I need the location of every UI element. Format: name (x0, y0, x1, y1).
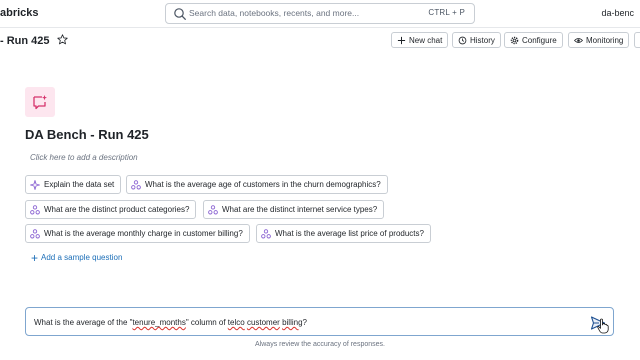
dataset-icon (30, 204, 40, 214)
brand-logo[interactable]: abricks (0, 7, 39, 19)
chat-input-text: ? (302, 318, 307, 327)
hand-cursor-icon (597, 318, 609, 334)
dataset-icon (131, 179, 141, 189)
monitoring-button[interactable]: Monitoring (568, 32, 630, 48)
sample-question-text: Explain the data set (44, 180, 115, 189)
sample-question-chip[interactable]: What is the average age of customers in … (126, 175, 388, 194)
sample-question-text: What are the distinct product categories… (44, 205, 190, 214)
history-button[interactable]: History (452, 32, 501, 48)
genie-space-icon (25, 87, 55, 117)
chat-input-text: tenure_months (132, 318, 186, 327)
global-search[interactable]: Search data, notebooks, recents, and mor… (165, 3, 475, 24)
top-bar: abricks Search data, notebooks, recents,… (0, 0, 640, 28)
chat-input-text: " column of (185, 318, 228, 327)
gear-icon (510, 36, 519, 44)
sample-question-chip[interactable]: Explain the data set (25, 175, 122, 194)
sample-question-text: What are the distinct internet service t… (222, 205, 378, 214)
history-label: History (470, 35, 495, 45)
plus-icon (397, 36, 406, 44)
page-title: - Run 425 (0, 35, 50, 47)
chat-input[interactable]: What is the average of the "tenure_month… (25, 307, 614, 336)
add-sample-question-label: Add a sample question (41, 253, 123, 262)
search-placeholder: Search data, notebooks, recents, and mor… (189, 8, 360, 18)
new-chat-button[interactable]: New chat (391, 32, 449, 48)
sample-question-chip[interactable]: What are the distinct product categories… (25, 200, 197, 219)
sample-question-text: What is the average list price of produc… (275, 229, 424, 238)
configure-button[interactable]: Configure (504, 32, 563, 48)
overflow-button[interactable] (634, 32, 640, 48)
monitoring-label: Monitoring (586, 35, 624, 45)
history-icon (458, 36, 467, 44)
chat-input-text: billing (282, 318, 303, 327)
sample-question-chip[interactable]: What is the average list price of produc… (256, 224, 431, 243)
star-icon[interactable] (57, 34, 68, 45)
space-title: DA Bench - Run 425 (25, 127, 149, 142)
configure-label: Configure (522, 35, 557, 45)
dataset-icon (261, 228, 271, 238)
workspace-name[interactable]: da-benc (601, 8, 634, 18)
chat-input-text: telco (227, 318, 245, 327)
sample-question-text: What is the average age of customers in … (145, 180, 381, 189)
chat-input-text: What is the average of the " (34, 318, 133, 327)
eye-icon (574, 37, 583, 43)
sample-question-chip[interactable]: What is the average monthly charge in cu… (25, 224, 250, 243)
plus-icon: + (31, 250, 39, 265)
dataset-icon (30, 228, 40, 238)
accuracy-disclaimer: Always review the accuracy of responses. (255, 341, 385, 348)
search-shortcut: CTRL + P (428, 8, 465, 17)
sample-question-text: What is the average monthly charge in cu… (44, 229, 243, 238)
chat-input-value[interactable]: What is the average of the "tenure_month… (34, 318, 307, 327)
search-icon (174, 8, 186, 20)
new-chat-label: New chat (409, 35, 443, 45)
chat-sparkle-icon (33, 95, 47, 110)
sparkle-icon (30, 179, 40, 190)
sample-question-chip[interactable]: What are the distinct internet service t… (203, 200, 385, 219)
add-sample-question-link[interactable]: + Add a sample question (31, 250, 123, 265)
chat-input-text: customer (246, 318, 280, 327)
dataset-icon (208, 204, 218, 214)
description-field[interactable]: Click here to add a description (30, 153, 138, 162)
